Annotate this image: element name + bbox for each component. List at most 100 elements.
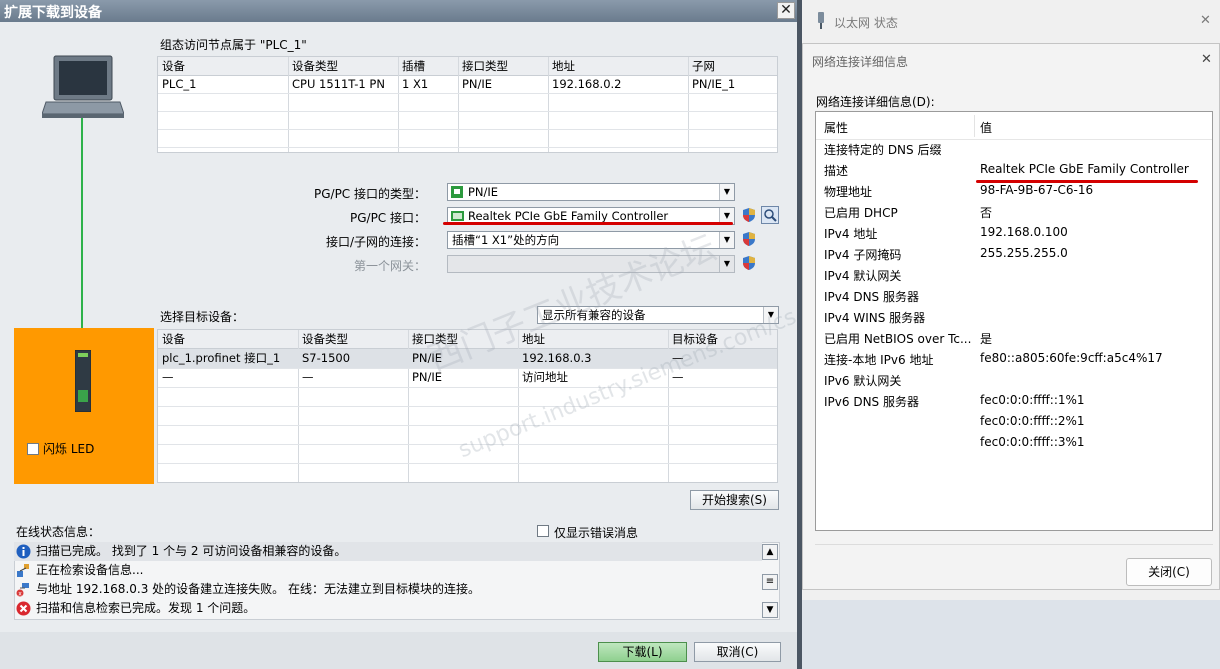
close-button[interactable]: ✕ (777, 2, 795, 19)
column-divider (974, 115, 975, 137)
magnifier-icon (764, 209, 777, 222)
row-divider (158, 147, 777, 148)
pgpc-interface-value: Realtek PCIe GbE Family Controller (468, 209, 669, 223)
only-errors-checkbox[interactable] (537, 525, 549, 537)
table-cell: plc_1.profinet 接口_1 (162, 351, 281, 365)
property-name: 连接-本地 IPv6 地址 (824, 353, 934, 367)
table-cell: PN/IE (412, 370, 443, 384)
property-name: IPv6 默认网关 (824, 374, 902, 388)
message-row: x 与地址 192.168.0.3 处的设备建立连接失败。 在线：无法建立到目标… (14, 580, 762, 599)
dialog-title-bar: 扩展下载到设备 ✕ (0, 0, 797, 22)
plc-module-icon (75, 350, 91, 412)
column-header[interactable]: 接口类型 (458, 57, 548, 75)
table-cell: PN/IE_1 (692, 77, 736, 91)
table-cell: — (162, 370, 174, 384)
table-cell: CPU 1511T-1 PN (292, 77, 385, 91)
table-cell: S7-1500 (302, 351, 351, 365)
chevron-down-icon: ▼ (719, 184, 734, 200)
property-name: 物理地址 (824, 185, 873, 199)
col-property-header: 属性 (824, 121, 849, 135)
extended-download-dialog: 扩展下载到设备 ✕ 闪烁 LED 组态访问节点属于 "PLC_1" 设备 设备类型… (0, 0, 800, 669)
property-value: 192.168.0.100 (980, 225, 1068, 239)
shield-icon[interactable] (741, 255, 757, 271)
svg-text:x: x (18, 591, 22, 598)
property-name: IPv6 DNS 服务器 (824, 395, 919, 409)
config-table: 设备 设备类型 插槽 接口类型 地址 子网 PLC_1 CPU 1511T-1 PN 1 X1 P… (157, 56, 778, 153)
highlight-underline (976, 180, 1198, 183)
shield-icon[interactable] (741, 207, 757, 223)
col-value-header: 值 (980, 121, 993, 135)
network-type-icon (451, 186, 463, 198)
property-name: 描述 (824, 164, 849, 178)
network-adapter-icon (451, 211, 464, 221)
download-button[interactable]: 下载(L) (598, 642, 687, 662)
message-text: 扫描和信息检索已完成。发现 1 个问题。 (36, 601, 256, 615)
pgpc-type-value: PN/IE (468, 185, 499, 199)
flash-led-label: 闪烁 LED (43, 442, 95, 456)
property-name: IPv4 地址 (824, 227, 878, 241)
message-text: 扫描已完成。 找到了 1 个与 2 可访问设备相兼容的设备。 (36, 544, 347, 558)
error-icon (16, 601, 31, 616)
table-cell: PLC_1 (162, 77, 197, 91)
cancel-button[interactable]: 取消(C) (694, 642, 781, 662)
network-details-dialog: 网络连接详细信息 ✕ 网络连接详细信息(D): 属性 值 连接特定的 DNS 后… (802, 43, 1220, 590)
underlying-panel (802, 600, 1220, 669)
column-header[interactable]: 设备 (158, 57, 288, 75)
pgpc-type-select[interactable]: PN/IE ▼ (447, 183, 735, 201)
start-search-button[interactable]: 开始搜索(S) (690, 490, 779, 510)
message-row: 扫描已完成。 找到了 1 个与 2 可访问设备相兼容的设备。 (14, 542, 762, 561)
property-name: IPv4 DNS 服务器 (824, 290, 919, 304)
subnet-connection-label: 接口/子网的连接： (325, 235, 426, 249)
details-close-button[interactable]: ✕ (1201, 52, 1212, 67)
column-divider (398, 57, 399, 152)
column-divider (288, 57, 289, 152)
pgpc-interface-label: PG/PC 接口： (349, 211, 426, 225)
message-row: 扫描和信息检索已完成。发现 1 个问题。 (14, 599, 762, 618)
scroll-down-button[interactable]: ▼ (762, 602, 778, 618)
column-header[interactable]: 设备类型 (298, 330, 408, 348)
flash-led-checkbox[interactable] (27, 443, 39, 455)
row-divider (158, 129, 777, 130)
property-value: 98-FA-9B-67-C6-16 (980, 183, 1094, 197)
table-cell: 1 X1 (402, 77, 429, 91)
scroll-up-button[interactable]: ▲ (762, 544, 778, 560)
network-link-line (81, 118, 83, 350)
table-cell: — (302, 370, 314, 384)
status-window-title: 以太网 状态 (834, 16, 898, 30)
property-value: 是 (980, 332, 993, 346)
property-value: 255.255.255.0 (980, 246, 1068, 260)
property-name: IPv4 默认网关 (824, 269, 902, 283)
details-list: 属性 值 连接特定的 DNS 后缀 描述 Realtek PCIe GbE Fami… (815, 111, 1213, 531)
diagnostics-button[interactable] (761, 206, 779, 224)
property-value: fe80::a805:60fe:9cff:a5c4%17 (980, 351, 1163, 365)
shield-icon[interactable] (741, 231, 757, 247)
chevron-down-icon: ▼ (719, 232, 734, 248)
row-divider (158, 387, 777, 388)
property-name: IPv4 子网掩码 (824, 248, 902, 262)
status-close-button[interactable]: ✕ (1200, 13, 1211, 28)
column-header[interactable]: 设备类型 (288, 57, 398, 75)
column-divider (548, 57, 549, 152)
dialog-title: 扩展下载到设备 (4, 5, 102, 21)
table-cell: 192.168.0.2 (552, 77, 622, 91)
scroll-menu-button[interactable]: ≡ (762, 574, 778, 590)
select-target-label: 选择目标设备： (160, 310, 245, 324)
property-name: 已启用 NetBIOS over Tc... (824, 332, 972, 346)
search-devices-icon (17, 564, 29, 577)
message-text: 与地址 192.168.0.3 处的设备建立连接失败。 在线：无法建立到目标模块… (36, 582, 480, 596)
info-icon (16, 544, 31, 559)
close-button[interactable]: 关闭(C) (1126, 558, 1212, 586)
access-node-label: 组态访问节点属于 "PLC_1" (160, 38, 307, 52)
property-name: 已启用 DHCP (824, 206, 898, 220)
highlight-underline (443, 222, 733, 225)
property-value: fec0:0:0:ffff::2%1 (980, 414, 1085, 428)
property-value: fec0:0:0:ffff::3%1 (980, 435, 1085, 449)
column-header[interactable]: 设备 (158, 330, 298, 348)
column-header[interactable]: 插槽 (398, 57, 458, 75)
column-header[interactable]: 子网 (688, 57, 779, 75)
row-divider (158, 406, 777, 407)
row-divider (158, 425, 777, 426)
column-header[interactable]: 地址 (548, 57, 688, 75)
details-dialog-title: 网络连接详细信息 (812, 55, 909, 69)
row-divider (158, 111, 777, 112)
